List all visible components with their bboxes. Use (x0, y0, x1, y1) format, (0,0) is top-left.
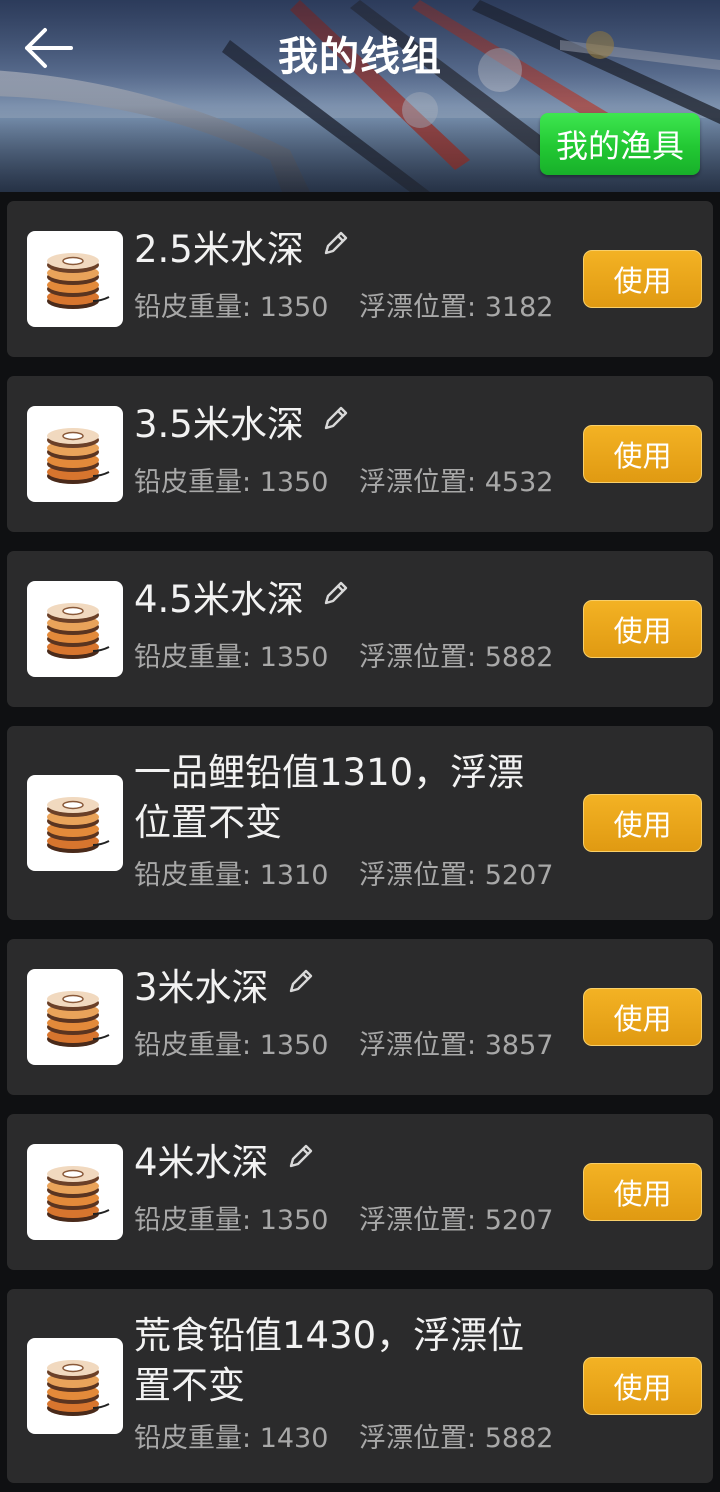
fishing-line-reel-icon (47, 991, 110, 1047)
weight-value: 1350 (259, 292, 329, 323)
line-set-name: 一品鲤铅值1310，浮漂位置不变 (134, 748, 554, 848)
weight-value: 1350 (259, 1030, 329, 1061)
float-value: 5207 (484, 1205, 554, 1236)
float-value: 5882 (484, 1423, 554, 1454)
line-set-card: 2.5米水深 铅皮重量: 1350 浮漂位置: 3182 使用 (7, 201, 713, 357)
fishing-line-reel-icon (47, 1166, 110, 1222)
line-set-name-text: 一品鲤铅值1310，浮漂位置不变 (134, 751, 525, 844)
edit-name-button[interactable] (287, 958, 315, 1008)
line-set-name: 3米水深 (134, 963, 554, 1013)
line-set-thumbnail (27, 581, 123, 677)
line-set-name-text: 4米水深 (134, 1141, 269, 1184)
line-set-name: 4米水深 (134, 1138, 554, 1188)
line-set-name-text: 2.5米水深 (134, 228, 304, 271)
line-set-info: 铅皮重量: 1310 浮漂位置: 5207 (134, 853, 553, 892)
line-set-name-text: 荒食铅值1430，浮漂位置不变 (134, 1314, 525, 1407)
weight-value: 1350 (259, 642, 329, 673)
line-set-thumbnail (27, 1338, 123, 1434)
use-button[interactable]: 使用 (583, 988, 702, 1046)
line-set-name: 4.5米水深 (134, 575, 554, 625)
line-set-card: 3米水深 铅皮重量: 1350 浮漂位置: 3857 使用 (7, 939, 713, 1095)
line-set-name: 2.5米水深 (134, 225, 554, 275)
line-set-card: 3.5米水深 铅皮重量: 1350 浮漂位置: 4532 使用 (7, 376, 713, 532)
use-button[interactable]: 使用 (583, 600, 702, 658)
fishing-line-reel-icon (47, 428, 110, 484)
weight-label: 铅皮重量: (134, 1030, 252, 1061)
page-title: 我的线组 (278, 34, 442, 80)
line-set-name-text: 4.5米水深 (134, 578, 304, 621)
pencil-icon (324, 581, 348, 604)
fishing-line-reel-icon (47, 1360, 110, 1416)
line-set-info: 铅皮重量: 1350 浮漂位置: 4532 (134, 460, 553, 499)
float-label: 浮漂位置: (359, 467, 477, 498)
pencil-icon (289, 969, 312, 992)
weight-label: 铅皮重量: (134, 860, 252, 891)
line-set-card: 一品鲤铅值1310，浮漂位置不变 铅皮重量: 1310 浮漂位置: 5207 使… (7, 726, 713, 920)
use-button[interactable]: 使用 (583, 1163, 702, 1221)
float-label: 浮漂位置: (359, 860, 477, 891)
pencil-icon (324, 231, 348, 254)
weight-value: 1310 (259, 860, 329, 891)
float-label: 浮漂位置: (359, 642, 477, 673)
line-set-name: 3.5米水深 (134, 400, 554, 450)
line-set-name-text: 3米水深 (134, 966, 269, 1009)
use-button[interactable]: 使用 (583, 425, 702, 483)
weight-label: 铅皮重量: (134, 467, 252, 498)
line-set-name-text: 3.5米水深 (134, 403, 304, 446)
line-set-card: 4米水深 铅皮重量: 1350 浮漂位置: 5207 使用 (7, 1114, 713, 1270)
edit-name-button[interactable] (322, 395, 350, 445)
float-label: 浮漂位置: (359, 1205, 477, 1236)
line-set-info: 铅皮重量: 1350 浮漂位置: 5207 (134, 1198, 553, 1237)
line-set-card: 4.5米水深 铅皮重量: 1350 浮漂位置: 5882 使用 (7, 551, 713, 707)
weight-value: 1430 (259, 1423, 329, 1454)
use-button[interactable]: 使用 (583, 250, 702, 308)
line-set-card: 荒食铅值1430，浮漂位置不变 铅皮重量: 1430 浮漂位置: 5882 使用 (7, 1289, 713, 1483)
float-value: 4532 (484, 467, 554, 498)
pencil-icon (324, 406, 348, 429)
weight-label: 铅皮重量: (134, 642, 252, 673)
line-set-name: 荒食铅值1430，浮漂位置不变 (134, 1311, 554, 1411)
edit-name-button[interactable] (322, 570, 350, 620)
float-value: 3182 (484, 292, 554, 323)
line-set-info: 铅皮重量: 1350 浮漂位置: 5882 (134, 635, 553, 674)
use-button[interactable]: 使用 (583, 1357, 702, 1415)
my-gear-button[interactable]: 我的渔具 (540, 113, 700, 175)
line-set-thumbnail (27, 775, 123, 871)
float-label: 浮漂位置: (359, 1423, 477, 1454)
fishing-line-reel-icon (47, 603, 110, 659)
line-set-thumbnail (27, 406, 123, 502)
weight-label: 铅皮重量: (134, 292, 252, 323)
weight-value: 1350 (259, 467, 329, 498)
weight-label: 铅皮重量: (134, 1205, 252, 1236)
fishing-line-reel-icon (47, 797, 110, 853)
weight-value: 1350 (259, 1205, 329, 1236)
weight-label: 铅皮重量: (134, 1423, 252, 1454)
header-banner: 我的线组 我的渔具 (0, 0, 720, 192)
float-value: 5882 (484, 642, 554, 673)
edit-name-button[interactable] (287, 1133, 315, 1183)
line-set-thumbnail (27, 969, 123, 1065)
use-button[interactable]: 使用 (583, 794, 702, 852)
line-set-thumbnail (27, 1144, 123, 1240)
float-label: 浮漂位置: (359, 1030, 477, 1061)
line-set-info: 铅皮重量: 1350 浮漂位置: 3182 (134, 285, 553, 324)
fishing-line-reel-icon (47, 253, 110, 309)
float-label: 浮漂位置: (359, 292, 477, 323)
float-value: 3857 (484, 1030, 554, 1061)
line-set-thumbnail (27, 231, 123, 327)
pencil-icon (289, 1144, 312, 1167)
edit-name-button[interactable] (322, 220, 350, 270)
line-set-info: 铅皮重量: 1430 浮漂位置: 5882 (134, 1416, 553, 1455)
line-set-info: 铅皮重量: 1350 浮漂位置: 3857 (134, 1023, 553, 1062)
float-value: 5207 (484, 860, 554, 891)
